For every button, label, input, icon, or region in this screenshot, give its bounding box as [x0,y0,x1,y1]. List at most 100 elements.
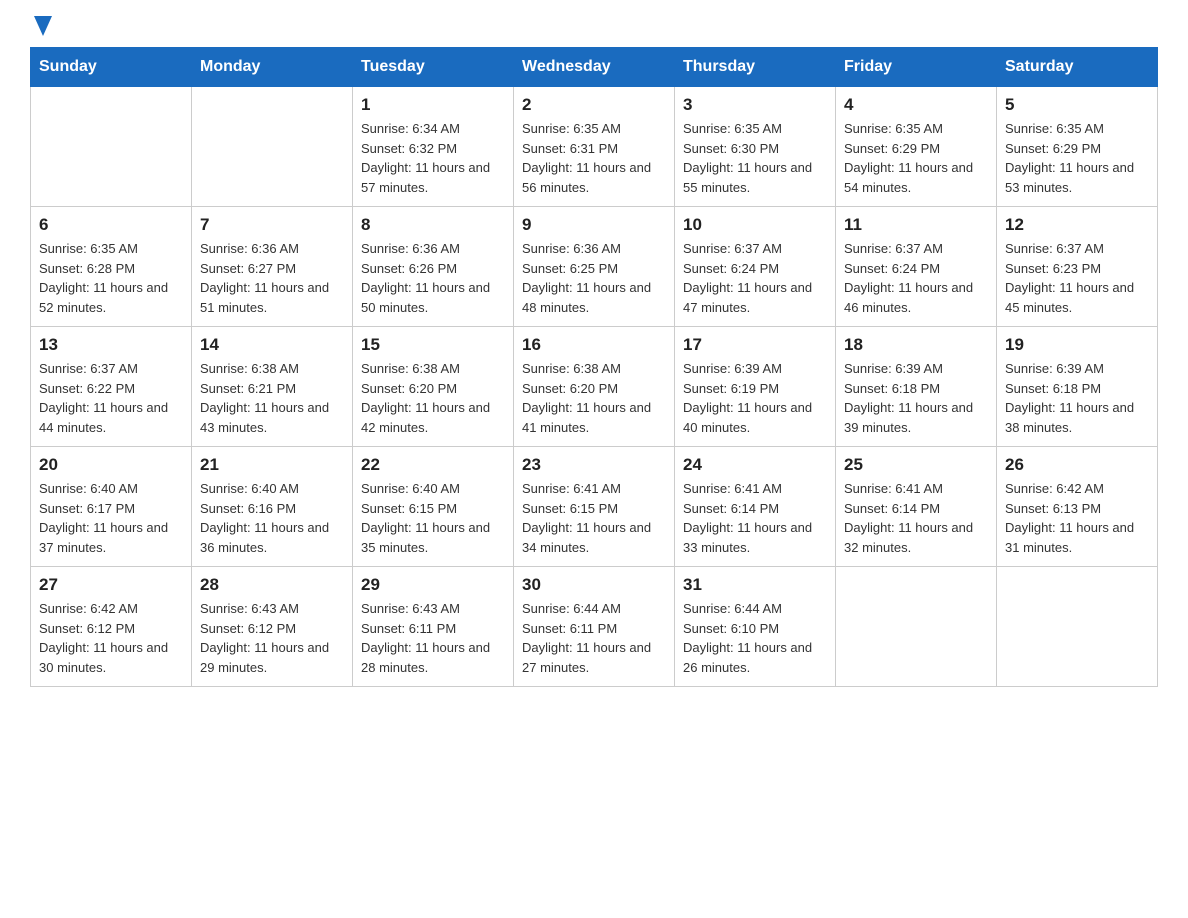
day-number: 16 [522,335,666,355]
day-number: 10 [683,215,827,235]
day-number: 13 [39,335,183,355]
day-number: 11 [844,215,988,235]
calendar-cell: 23 Sunrise: 6:41 AMSunset: 6:15 PMDayligh… [514,447,675,567]
day-number: 30 [522,575,666,595]
day-info: Sunrise: 6:41 AMSunset: 6:15 PMDaylight:… [522,479,666,557]
calendar-cell [192,87,353,207]
day-info: Sunrise: 6:35 AMSunset: 6:29 PMDaylight:… [1005,119,1149,197]
day-number: 2 [522,95,666,115]
day-header-sunday: Sunday [31,48,192,87]
calendar-cell: 15Sunrise: 6:38 AMSunset: 6:20 PMDayligh… [353,327,514,447]
day-number: 4 [844,95,988,115]
day-info: Sunrise: 6:40 AMSunset: 6:17 PMDaylight:… [39,479,183,557]
day-info: Sunrise: 6:43 AMSunset: 6:12 PMDaylight:… [200,599,344,677]
day-info: Sunrise: 6:41 AMSunset: 6:14 PMDaylight:… [683,479,827,557]
day-info: Sunrise: 6:37 AMSunset: 6:23 PMDaylight:… [1005,239,1149,317]
day-number: 8 [361,215,505,235]
page-header [30,20,1158,37]
day-number: 27 [39,575,183,595]
day-info: Sunrise: 6:44 AMSunset: 6:10 PMDaylight:… [683,599,827,677]
calendar-week-2: 6 Sunrise: 6:35 AMSunset: 6:28 PMDaylight… [31,207,1158,327]
day-header-row: SundayMondayTuesdayWednesdayThursdayFrid… [31,48,1158,87]
day-info: Sunrise: 6:44 AMSunset: 6:11 PMDaylight:… [522,599,666,677]
day-info: Sunrise: 6:42 AMSunset: 6:12 PMDaylight:… [39,599,183,677]
day-number: 18 [844,335,988,355]
calendar-cell: 20Sunrise: 6:40 AMSunset: 6:17 PMDayligh… [31,447,192,567]
calendar-cell: 17Sunrise: 6:39 AMSunset: 6:19 PMDayligh… [675,327,836,447]
day-info: Sunrise: 6:38 AMSunset: 6:20 PMDaylight:… [522,359,666,437]
day-header-monday: Monday [192,48,353,87]
day-info: Sunrise: 6:39 AMSunset: 6:19 PMDaylight:… [683,359,827,437]
day-header-saturday: Saturday [997,48,1158,87]
calendar-cell: 28 Sunrise: 6:43 AMSunset: 6:12 PMDayligh… [192,567,353,687]
calendar-cell: 6 Sunrise: 6:35 AMSunset: 6:28 PMDaylight… [31,207,192,327]
calendar-cell: 4Sunrise: 6:35 AMSunset: 6:29 PMDaylight… [836,87,997,207]
day-header-friday: Friday [836,48,997,87]
calendar-cell: 10 Sunrise: 6:37 AMSunset: 6:24 PMDayligh… [675,207,836,327]
calendar-cell [836,567,997,687]
day-info: Sunrise: 6:39 AMSunset: 6:18 PMDaylight:… [1005,359,1149,437]
day-number: 14 [200,335,344,355]
day-info: Sunrise: 6:34 AMSunset: 6:32 PMDaylight:… [361,119,505,197]
day-info: Sunrise: 6:38 AMSunset: 6:21 PMDaylight:… [200,359,344,437]
calendar-header: SundayMondayTuesdayWednesdayThursdayFrid… [31,48,1158,87]
day-info: Sunrise: 6:40 AMSunset: 6:16 PMDaylight:… [200,479,344,557]
calendar-week-3: 13 Sunrise: 6:37 AMSunset: 6:22 PMDayligh… [31,327,1158,447]
logo [30,20,52,37]
calendar-cell: 18Sunrise: 6:39 AMSunset: 6:18 PMDayligh… [836,327,997,447]
calendar-cell: 11 Sunrise: 6:37 AMSunset: 6:24 PMDayligh… [836,207,997,327]
calendar-cell: 21 Sunrise: 6:40 AMSunset: 6:16 PMDayligh… [192,447,353,567]
calendar-cell [31,87,192,207]
calendar-cell: 1 Sunrise: 6:34 AMSunset: 6:32 PMDaylight… [353,87,514,207]
calendar-cell: 25Sunrise: 6:41 AMSunset: 6:14 PMDayligh… [836,447,997,567]
calendar-cell: 22 Sunrise: 6:40 AMSunset: 6:15 PMDayligh… [353,447,514,567]
day-info: Sunrise: 6:36 AMSunset: 6:26 PMDaylight:… [361,239,505,317]
calendar-cell: 8 Sunrise: 6:36 AMSunset: 6:26 PMDaylight… [353,207,514,327]
day-number: 1 [361,95,505,115]
day-header-wednesday: Wednesday [514,48,675,87]
calendar-cell: 12Sunrise: 6:37 AMSunset: 6:23 PMDayligh… [997,207,1158,327]
calendar-cell: 9 Sunrise: 6:36 AMSunset: 6:25 PMDaylight… [514,207,675,327]
day-number: 25 [844,455,988,475]
logo-triangle-icon [34,16,52,41]
day-info: Sunrise: 6:36 AMSunset: 6:27 PMDaylight:… [200,239,344,317]
calendar-cell: 14 Sunrise: 6:38 AMSunset: 6:21 PMDayligh… [192,327,353,447]
day-number: 22 [361,455,505,475]
day-number: 23 [522,455,666,475]
day-info: Sunrise: 6:37 AMSunset: 6:22 PMDaylight:… [39,359,183,437]
day-info: Sunrise: 6:36 AMSunset: 6:25 PMDaylight:… [522,239,666,317]
day-header-tuesday: Tuesday [353,48,514,87]
day-info: Sunrise: 6:37 AMSunset: 6:24 PMDaylight:… [844,239,988,317]
calendar-cell: 31 Sunrise: 6:44 AMSunset: 6:10 PMDayligh… [675,567,836,687]
calendar-cell [997,567,1158,687]
calendar-cell: 2Sunrise: 6:35 AMSunset: 6:31 PMDaylight… [514,87,675,207]
calendar-week-1: 1 Sunrise: 6:34 AMSunset: 6:32 PMDaylight… [31,87,1158,207]
calendar-cell: 30 Sunrise: 6:44 AMSunset: 6:11 PMDayligh… [514,567,675,687]
day-number: 24 [683,455,827,475]
day-info: Sunrise: 6:35 AMSunset: 6:28 PMDaylight:… [39,239,183,317]
day-info: Sunrise: 6:37 AMSunset: 6:24 PMDaylight:… [683,239,827,317]
day-header-thursday: Thursday [675,48,836,87]
calendar-cell: 16 Sunrise: 6:38 AMSunset: 6:20 PMDayligh… [514,327,675,447]
day-number: 3 [683,95,827,115]
day-number: 31 [683,575,827,595]
calendar-cell: 7 Sunrise: 6:36 AMSunset: 6:27 PMDaylight… [192,207,353,327]
day-number: 21 [200,455,344,475]
day-number: 7 [200,215,344,235]
day-number: 28 [200,575,344,595]
day-number: 29 [361,575,505,595]
day-number: 5 [1005,95,1149,115]
calendar-cell: 13 Sunrise: 6:37 AMSunset: 6:22 PMDayligh… [31,327,192,447]
calendar-week-5: 27 Sunrise: 6:42 AMSunset: 6:12 PMDayligh… [31,567,1158,687]
calendar-cell: 5 Sunrise: 6:35 AMSunset: 6:29 PMDaylight… [997,87,1158,207]
calendar-cell: 19Sunrise: 6:39 AMSunset: 6:18 PMDayligh… [997,327,1158,447]
calendar-cell: 26Sunrise: 6:42 AMSunset: 6:13 PMDayligh… [997,447,1158,567]
calendar-cell: 24 Sunrise: 6:41 AMSunset: 6:14 PMDayligh… [675,447,836,567]
calendar-week-4: 20Sunrise: 6:40 AMSunset: 6:17 PMDayligh… [31,447,1158,567]
day-number: 6 [39,215,183,235]
calendar-cell: 27 Sunrise: 6:42 AMSunset: 6:12 PMDayligh… [31,567,192,687]
day-number: 26 [1005,455,1149,475]
day-info: Sunrise: 6:43 AMSunset: 6:11 PMDaylight:… [361,599,505,677]
day-number: 9 [522,215,666,235]
day-info: Sunrise: 6:40 AMSunset: 6:15 PMDaylight:… [361,479,505,557]
